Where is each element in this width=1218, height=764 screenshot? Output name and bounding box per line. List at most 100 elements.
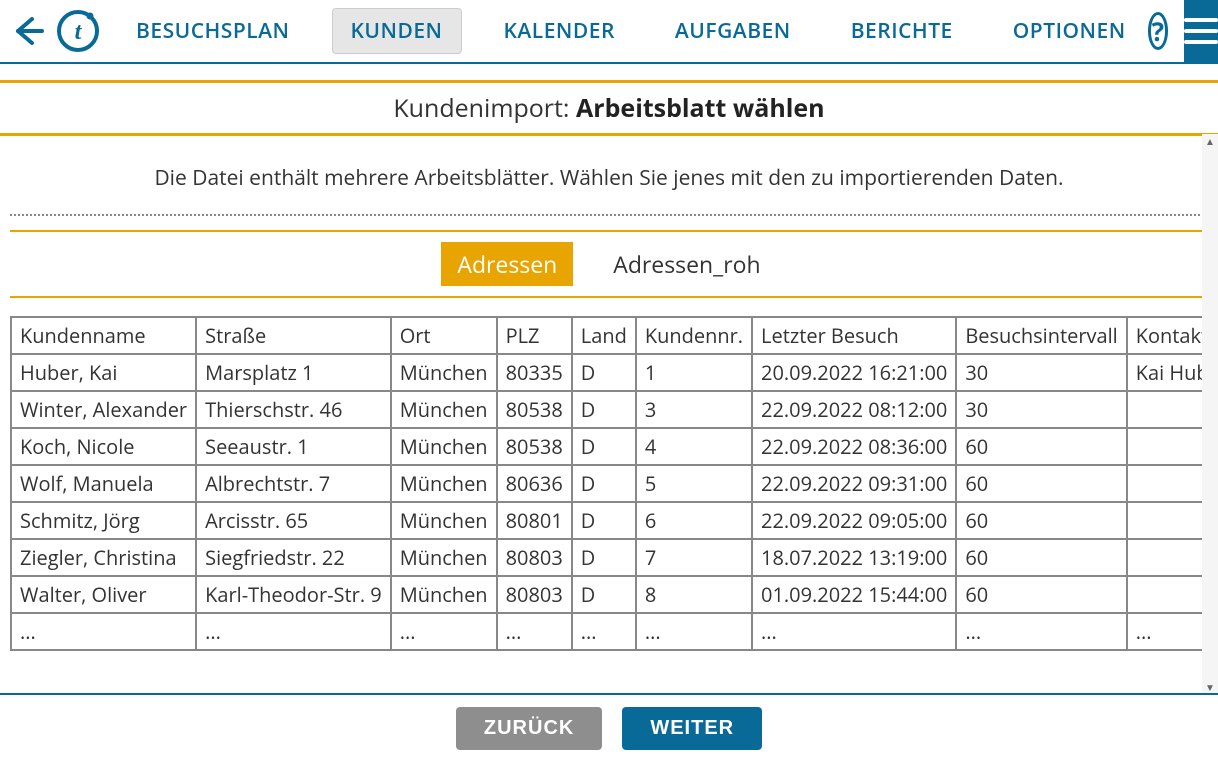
table-cell: ... <box>196 613 391 650</box>
table-cell: 18.07.2022 13:19:00 <box>752 539 956 576</box>
column-header: Straße <box>196 317 391 354</box>
help-icon[interactable]: ? <box>1148 12 1168 50</box>
table-cell: ... <box>636 613 752 650</box>
table-cell: München <box>391 576 497 613</box>
table-cell: 80801 <box>497 502 572 539</box>
table-cell: 80538 <box>497 391 572 428</box>
table-cell: 60 <box>956 539 1126 576</box>
sheet-tabs: Adressen Adressen_roh <box>10 232 1208 296</box>
table-cell: ... <box>956 613 1126 650</box>
table-cell: 80538 <box>497 428 572 465</box>
table-cell: 5 <box>636 465 752 502</box>
table-cell: Albrechtstr. 7 <box>196 465 391 502</box>
table-cell: Winter, Alexander <box>11 391 196 428</box>
gold-separator-bottom <box>10 296 1208 298</box>
table-cell: 22.09.2022 08:12:00 <box>752 391 956 428</box>
table-cell: D <box>572 576 636 613</box>
table-cell: Karl-Theodor-Str. 9 <box>196 576 391 613</box>
table-cell: 30 <box>956 354 1126 391</box>
page-title-bar: Kundenimport: Arbeitsblatt wählen <box>0 80 1218 136</box>
nav-item-kalender[interactable]: KALENDER <box>486 9 633 53</box>
table-cell: 22.09.2022 09:31:00 <box>752 465 956 502</box>
column-header: Kundennr. <box>636 317 752 354</box>
table-cell: 6 <box>636 502 752 539</box>
column-header: Ort <box>391 317 497 354</box>
table-cell: München <box>391 354 497 391</box>
nav-item-besuchsplan[interactable]: BESUCHSPLAN <box>118 9 308 53</box>
page-title-main: Arbeitsblatt wählen <box>576 91 825 125</box>
table-row: Winter, AlexanderThierschstr. 46München8… <box>11 391 1218 428</box>
nav-items: BESUCHSPLAN KUNDEN KALENDER AUFGABEN BERICHT… <box>118 8 1144 54</box>
sheet-tab-adressen_roh[interactable]: Adressen_roh <box>597 242 776 286</box>
table-cell: D <box>572 391 636 428</box>
nav-item-aufgaben[interactable]: AUFGABEN <box>657 9 809 53</box>
table-cell: ... <box>497 613 572 650</box>
table-cell: Walter, Oliver <box>11 576 196 613</box>
column-header: Besuchsintervall <box>956 317 1126 354</box>
table-cell: Wolf, Manuela <box>11 465 196 502</box>
svg-text:t: t <box>75 19 83 45</box>
table-row: Wolf, ManuelaAlbrechtstr. 7München80636D… <box>11 465 1218 502</box>
column-header: Kundenname <box>11 317 196 354</box>
hamburger-menu-icon[interactable] <box>1184 0 1218 63</box>
table-cell: ... <box>572 613 636 650</box>
table-cell: Ziegler, Christina <box>11 539 196 576</box>
table-cell: München <box>391 539 497 576</box>
table-cell: München <box>391 428 497 465</box>
table-cell: Marsplatz 1 <box>196 354 391 391</box>
table-cell: ... <box>11 613 196 650</box>
table-cell: 60 <box>956 428 1126 465</box>
top-nav: t BESUCHSPLAN KUNDEN KALENDER AUFGABEN BERIC… <box>0 0 1218 64</box>
table-cell: ... <box>391 613 497 650</box>
column-header: PLZ <box>497 317 572 354</box>
table-cell: Arcisstr. 65 <box>196 502 391 539</box>
vertical-scrollbar[interactable]: ▲ ▼ <box>1202 134 1218 694</box>
table-cell: Schmitz, Jörg <box>11 502 196 539</box>
table-cell: 60 <box>956 465 1126 502</box>
vscroll-track[interactable] <box>1202 148 1218 680</box>
table-cell: Koch, Nicole <box>11 428 196 465</box>
nav-item-berichte[interactable]: BERICHTE <box>833 9 971 53</box>
nav-item-optionen[interactable]: OPTIONEN <box>995 9 1144 53</box>
table-cell: 80636 <box>497 465 572 502</box>
sheet-tab-adressen[interactable]: Adressen <box>441 242 573 286</box>
footer-bar: ZURÜCK WEITER <box>0 693 1218 764</box>
nav-item-kunden[interactable]: KUNDEN <box>332 8 462 54</box>
table-cell: München <box>391 502 497 539</box>
table-cell: 4 <box>636 428 752 465</box>
instruction-text: Die Datei enthält mehrere Arbeitsblätter… <box>10 136 1208 214</box>
table-cell: 80335 <box>497 354 572 391</box>
table-cell: 60 <box>956 576 1126 613</box>
table-row: Ziegler, ChristinaSiegfriedstr. 22Münche… <box>11 539 1218 576</box>
table-cell: D <box>572 465 636 502</box>
table-cell: 30 <box>956 391 1126 428</box>
table-cell: Thierschstr. 46 <box>196 391 391 428</box>
table-cell: 80803 <box>497 576 572 613</box>
column-header: Letzter Besuch <box>752 317 956 354</box>
scroll-down-arrow-icon[interactable]: ▼ <box>1202 680 1218 694</box>
table-cell: München <box>391 391 497 428</box>
table-cell: 8 <box>636 576 752 613</box>
table-cell: D <box>572 428 636 465</box>
table-cell: 80803 <box>497 539 572 576</box>
table-cell: München <box>391 465 497 502</box>
dotted-separator <box>10 214 1208 216</box>
table-cell: 01.09.2022 15:44:00 <box>752 576 956 613</box>
page-title-prefix: Kundenimport: <box>393 91 576 125</box>
table-row: Koch, NicoleSeeaustr. 1München80538D422.… <box>11 428 1218 465</box>
column-header: Land <box>572 317 636 354</box>
scroll-up-arrow-icon[interactable]: ▲ <box>1202 134 1218 148</box>
content-area: Die Datei enthält mehrere Arbeitsblätter… <box>0 136 1218 692</box>
app-logo-icon[interactable]: t <box>56 7 100 55</box>
table-cell: Huber, Kai <box>11 354 196 391</box>
back-button[interactable]: ZURÜCK <box>456 707 602 750</box>
table-cell: Seeaustr. 1 <box>196 428 391 465</box>
table-cell: 22.09.2022 09:05:00 <box>752 502 956 539</box>
table-cell: 7 <box>636 539 752 576</box>
next-button[interactable]: WEITER <box>622 707 762 750</box>
table-cell: D <box>572 502 636 539</box>
back-arrow-icon[interactable] <box>10 9 46 53</box>
table-cell: ... <box>752 613 956 650</box>
table-row: Walter, OliverKarl-Theodor-Str. 9München… <box>11 576 1218 613</box>
table-row: ........................... <box>11 613 1218 650</box>
